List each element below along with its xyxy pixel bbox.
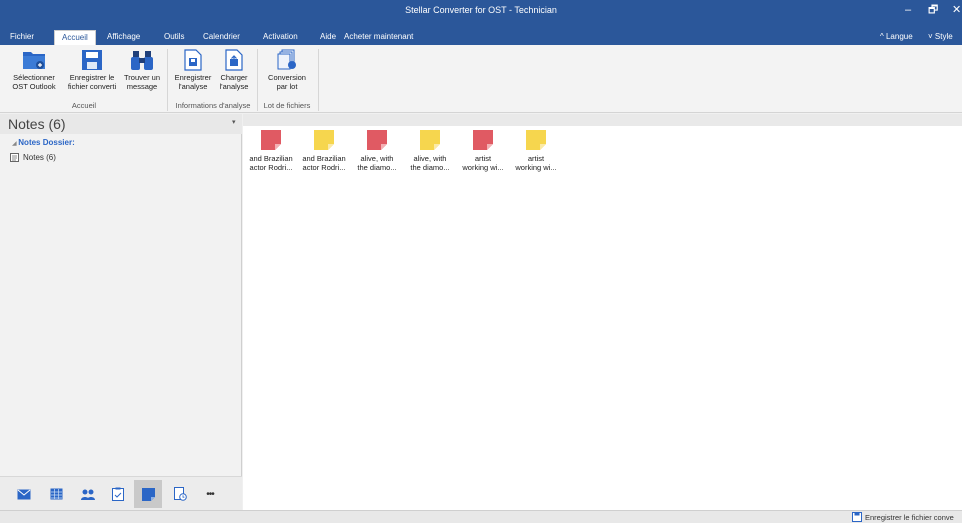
title-bar: Stellar Converter for OST - Technician –… xyxy=(0,0,962,30)
note-caption: artist working wi... xyxy=(515,154,557,172)
status-save-label: Enregistrer le fichier conve xyxy=(865,512,954,522)
langue-menu[interactable]: ^ Langue xyxy=(880,30,913,44)
note-caption: artist working wi... xyxy=(462,154,504,172)
note-caption: and Brazilian actor Rodri... xyxy=(249,154,293,172)
nav-contacts[interactable] xyxy=(74,480,102,508)
yellow-note-icon xyxy=(420,130,440,150)
maximize-button[interactable]: 🗗 xyxy=(928,3,938,17)
more-icon: ••• xyxy=(206,488,214,500)
menu-affichage[interactable]: Affichage xyxy=(103,30,144,45)
menu-acheter[interactable]: Acheter maintenant xyxy=(340,30,417,45)
note-item[interactable]: alive, with the diamo... xyxy=(402,130,458,172)
find-message-button[interactable]: Trouver un message xyxy=(120,49,164,97)
folder-pane-title: Notes (6) xyxy=(8,116,66,132)
folder-pane: Notes (6) ▾ ◢ Notes Dossier: Notes (6) •… xyxy=(0,114,242,510)
menu-fichier[interactable]: Fichier xyxy=(5,30,39,45)
menu-calendrier[interactable]: Calendrier xyxy=(199,30,244,45)
window-title: Stellar Converter for OST - Technician xyxy=(405,5,557,15)
notes-view: and Brazilian actor Rodri... and Brazili… xyxy=(243,126,962,510)
select-ost-button[interactable]: Sélectionner OST Outlook xyxy=(4,49,64,97)
find-message-label: Trouver un message xyxy=(124,73,160,91)
red-note-icon xyxy=(367,130,387,150)
nav-tasks[interactable] xyxy=(104,480,132,508)
menu-bar: Fichier Accueil Affichage Outils Calendr… xyxy=(0,30,962,45)
content-header-strip xyxy=(243,114,962,126)
note-item[interactable]: alive, with the diamo... xyxy=(349,130,405,172)
tree-item-notes[interactable]: Notes (6) xyxy=(10,153,56,162)
save-converted-button[interactable]: Enregistrer le fichier converti xyxy=(64,49,120,97)
folder-icon xyxy=(23,52,45,69)
red-note-icon xyxy=(261,130,281,150)
save-scan-icon xyxy=(184,49,202,71)
save-icon xyxy=(82,50,102,70)
binoculars-icon xyxy=(131,51,153,70)
load-scan-icon xyxy=(225,49,243,71)
save-scan-button[interactable]: Enregistrer l'analyse xyxy=(170,49,216,97)
notes-icon xyxy=(141,487,155,501)
notes-folder-icon xyxy=(10,153,19,162)
note-caption: and Brazilian actor Rodri... xyxy=(302,154,346,172)
journal-icon xyxy=(173,487,187,501)
status-save-button[interactable]: Enregistrer le fichier conve xyxy=(852,512,954,522)
batch-conversion-label: Conversion par lot xyxy=(268,73,306,91)
group-separator xyxy=(167,49,168,111)
nav-notes[interactable] xyxy=(134,480,162,508)
mail-icon xyxy=(17,489,31,499)
group-accueil: Accueil xyxy=(71,101,97,110)
note-item[interactable]: artist working wi... xyxy=(455,130,511,172)
yellow-note-icon xyxy=(526,130,546,150)
group-informations-analyse: Informations d'analyse xyxy=(175,101,251,110)
style-menu[interactable]: ˅ Style xyxy=(928,30,953,44)
batch-convert-icon xyxy=(277,49,296,70)
nav-mail[interactable] xyxy=(10,480,38,508)
nav-more[interactable]: ••• xyxy=(196,480,224,508)
folder-pane-header: Notes (6) ▾ xyxy=(0,114,242,134)
group-separator xyxy=(318,49,319,111)
tree-root-label: Notes Dossier: xyxy=(18,138,75,147)
note-item[interactable]: and Brazilian actor Rodri... xyxy=(296,130,352,172)
tree-item-label: Notes (6) xyxy=(23,153,56,162)
note-caption: alive, with the diamo... xyxy=(357,154,397,172)
note-caption: alive, with the diamo... xyxy=(410,154,450,172)
menu-activation[interactable]: Activation xyxy=(259,30,302,45)
save-icon xyxy=(852,512,862,522)
tree-root-notes-dossier[interactable]: ◢ Notes Dossier: xyxy=(12,138,75,147)
minimize-button[interactable]: – xyxy=(905,3,911,17)
load-scan-button[interactable]: Charger l'analyse xyxy=(214,49,254,97)
batch-conversion-button[interactable]: Conversion par lot xyxy=(260,49,314,97)
close-button[interactable]: ✕ xyxy=(952,3,961,17)
select-ost-label: Sélectionner OST Outlook xyxy=(12,73,56,91)
save-scan-label: Enregistrer l'analyse xyxy=(174,73,212,91)
save-converted-label: Enregistrer le fichier converti xyxy=(67,73,117,91)
nav-journal[interactable] xyxy=(166,480,194,508)
note-item[interactable]: artist working wi... xyxy=(508,130,564,172)
red-note-icon xyxy=(473,130,493,150)
ribbon: Sélectionner OST Outlook Enregistrer le … xyxy=(0,45,962,113)
note-item[interactable]: and Brazilian actor Rodri... xyxy=(243,130,299,172)
nav-calendar[interactable] xyxy=(42,480,70,508)
navigation-bar: ••• xyxy=(0,476,242,510)
tasks-icon xyxy=(112,487,124,501)
status-bar: Enregistrer le fichier conve xyxy=(0,510,962,523)
load-scan-label: Charger l'analyse xyxy=(219,73,249,91)
pane-collapse-icon[interactable]: ▾ xyxy=(232,118,236,126)
calendar-icon xyxy=(50,488,62,500)
contacts-icon xyxy=(81,489,95,500)
menu-accueil[interactable]: Accueil xyxy=(54,30,96,45)
group-lot-de-fichiers: Lot de fichiers xyxy=(263,101,311,110)
yellow-note-icon xyxy=(314,130,334,150)
menu-aide[interactable]: Aide xyxy=(316,30,340,45)
menu-outils[interactable]: Outils xyxy=(160,30,188,45)
